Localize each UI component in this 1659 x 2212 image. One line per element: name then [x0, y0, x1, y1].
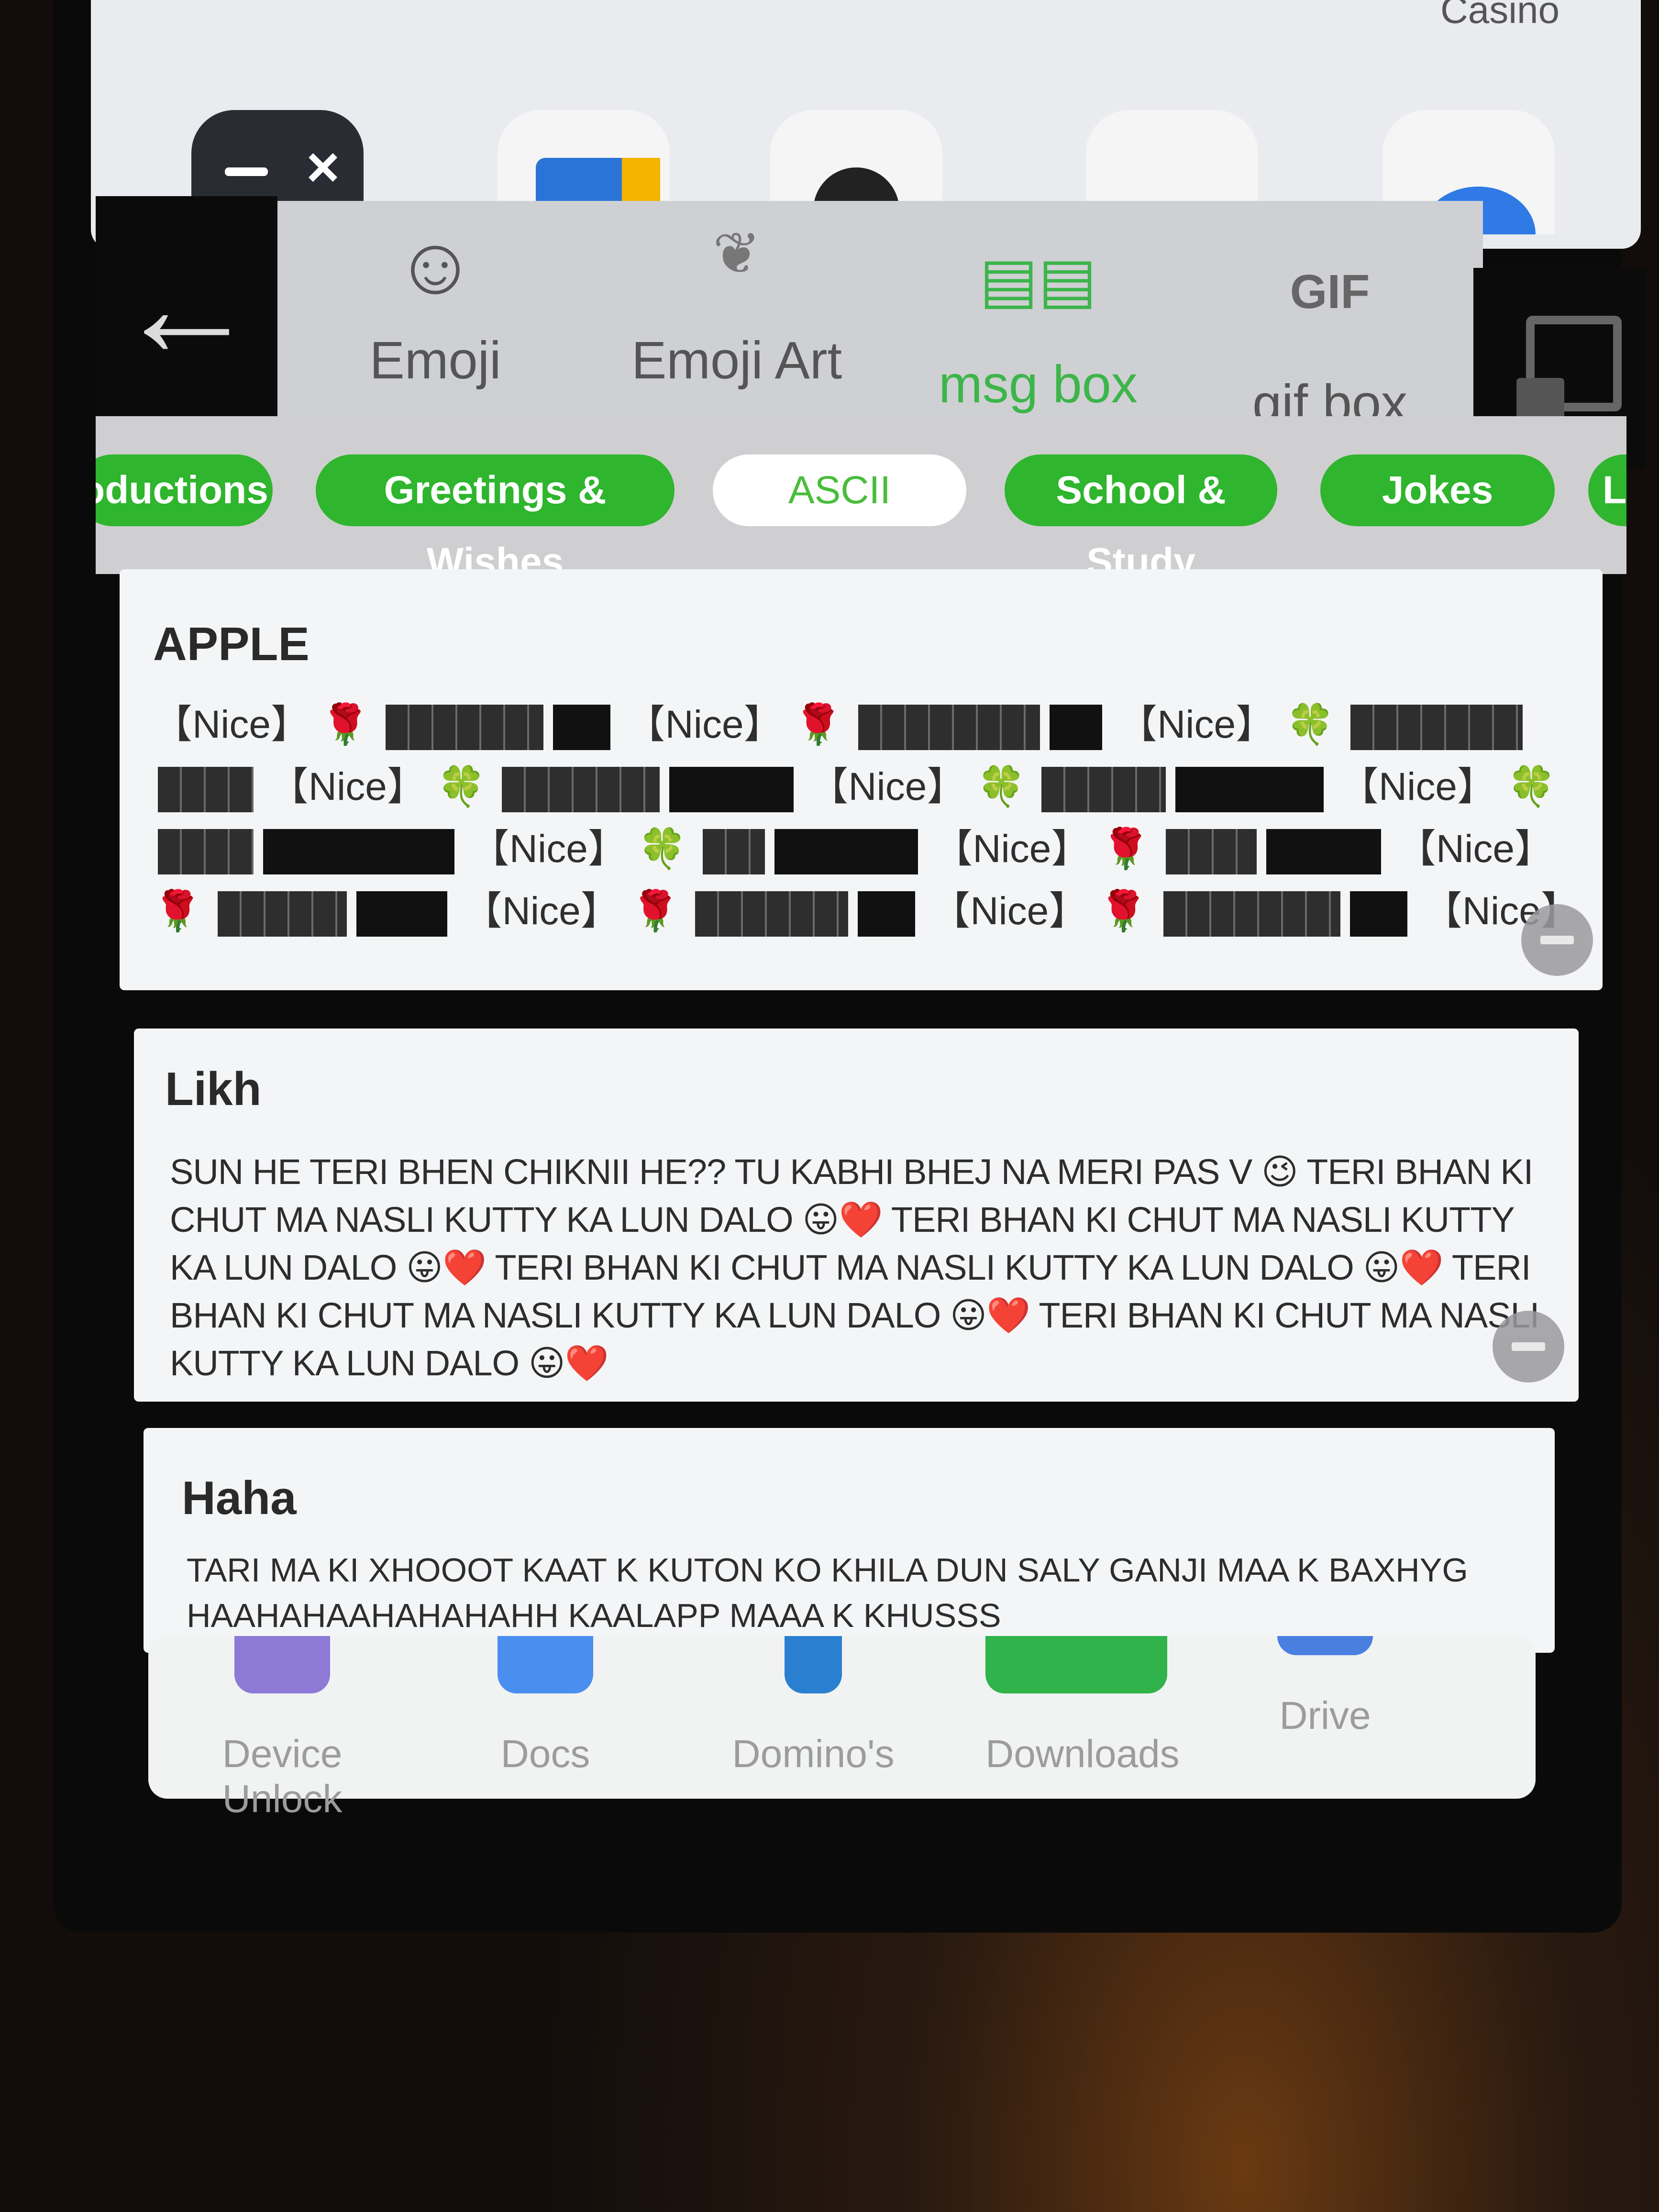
ascii-block — [858, 891, 916, 937]
ascii-line: 【Nice】 🍀 【Nice】 🌹 【Nice】 — [153, 818, 1554, 880]
ascii-block — [1175, 766, 1324, 812]
category-ascii[interactable]: ASCII — [713, 454, 966, 526]
message-card-apple[interactable]: APPLE 【Nice】 🌹 【Nice】 🌹 【Nice】 🍀 【Nice】 … — [120, 569, 1603, 990]
drive-icon — [1277, 1636, 1373, 1655]
ascii-block — [158, 829, 254, 874]
ascii-block — [1163, 891, 1340, 937]
nice-tag: 【Nice】 — [626, 703, 783, 746]
nice-tag: 【Nice】 — [931, 889, 1088, 933]
nice-tag: 【Nice】 — [809, 765, 966, 808]
tab-emoji-art[interactable]: ❦ Emoji Art — [622, 225, 852, 391]
ascii-block — [1041, 766, 1166, 812]
category-productions[interactable]: oductions — [96, 454, 273, 526]
message-card-likh[interactable]: Likh SUN HE TERI BHEN CHIKNII HE?? TU KA… — [134, 1029, 1579, 1402]
tab-gif-box[interactable]: GIF gif box — [1215, 268, 1445, 434]
back-arrow-icon: ← — [115, 226, 258, 387]
ascii-block — [858, 704, 1040, 750]
ascii-block — [1350, 704, 1523, 750]
dock-item-downloads[interactable]: Downloads — [985, 1636, 1180, 1777]
dock-label: Drive — [1279, 1694, 1371, 1737]
ascii-block — [263, 829, 454, 874]
close-icon: × — [306, 135, 340, 199]
card-title: APPLE — [153, 618, 310, 670]
message-card-haha[interactable]: Haha TARI MA KI XHOOOT KAAT K KUTON KO K… — [144, 1428, 1555, 1653]
clover-icon: 🍀 — [1507, 765, 1556, 808]
dock-label: Domino's — [732, 1732, 895, 1776]
dock-item-device-unlock[interactable]: Device Unlock — [191, 1636, 373, 1822]
photo-background: Casino × ← ☺ Emoji ❦ Emoji Art ▤▤ msg bo… — [0, 0, 1659, 2212]
nice-tag: 【Nice】 — [153, 703, 310, 746]
ascii-block — [1350, 891, 1407, 937]
ascii-block — [553, 704, 610, 750]
tab-msg-box[interactable]: ▤▤ msg box — [923, 249, 1153, 415]
nice-tag: 【Nice】 — [1118, 703, 1275, 746]
rose-icon: 🌹 — [1099, 889, 1148, 933]
ascii-block — [1266, 829, 1382, 874]
dock-item-docs[interactable]: Docs — [454, 1636, 636, 1777]
clover-icon: 🍀 — [977, 765, 1026, 808]
category-greetings-wishes[interactable]: Greetings & Wishes — [316, 454, 675, 574]
ascii-line: 【Nice】 🍀 【Nice】 🍀 【Nice】 🍀 — [153, 756, 1556, 818]
card-title: Likh — [165, 1062, 262, 1115]
smiley-face-icon: ☺ — [394, 220, 477, 311]
pin-icon[interactable] — [1521, 904, 1593, 976]
ascii-art-body: 【Nice】 🌹 【Nice】 🌹 【Nice】 🍀 【Nice】 🍀 【Nic… — [153, 694, 1580, 942]
rose-icon: 🌹 — [1101, 827, 1150, 871]
message-body: SUN HE TERI BHEN CHIKNII HE?? TU KABHI B… — [170, 1152, 1539, 1383]
tab-label: msg box — [939, 355, 1138, 414]
dock-label: Device Unlock — [222, 1732, 343, 1821]
category-partial[interactable]: L — [1588, 454, 1626, 526]
chat-bubbles-icon: ▤▤ — [979, 245, 1097, 315]
nice-tag: 【Nice】 — [1396, 827, 1554, 871]
message-body: TARI MA KI XHOOOT KAAT K KUTON KO KHILA … — [187, 1551, 1468, 1634]
rose-icon: 🌹 — [153, 889, 202, 933]
dock-label: Docs — [500, 1732, 590, 1776]
nice-tag: 【Nice】 — [470, 827, 627, 871]
nice-tag: 【Nice】 — [463, 889, 620, 933]
nice-tag: 【Nice】 — [933, 827, 1091, 871]
ascii-line: 🌹 【Nice】 🌹 【Nice】 🌹 【Nice】 — [153, 880, 1580, 942]
home-app-label: Casino — [1440, 0, 1559, 31]
clover-icon: 🍀 — [437, 765, 486, 808]
dock-item-dominos[interactable]: Domino's — [722, 1636, 904, 1777]
ascii-block — [702, 829, 765, 874]
device-unlock-icon — [234, 1636, 330, 1693]
clover-icon: 🍀 — [1285, 703, 1335, 746]
rose-icon: 🌹 — [794, 703, 843, 746]
ascii-line: 【Nice】 🌹 【Nice】 🌹 【Nice】 🍀 — [153, 694, 1545, 756]
tab-label: Emoji Art — [631, 331, 842, 390]
dock-label: Downloads — [985, 1732, 1180, 1776]
ascii-block — [158, 766, 254, 812]
nice-tag: 【Nice】 — [269, 765, 426, 808]
back-button[interactable]: ← — [96, 196, 277, 416]
minus-icon — [225, 167, 268, 176]
app-dock: Device Unlock Docs Domino's Downloads Dr… — [148, 1636, 1536, 1821]
rose-icon: 🌹 — [321, 703, 370, 746]
category-jokes[interactable]: Jokes — [1320, 454, 1555, 526]
ascii-block — [695, 891, 849, 937]
nice-tag: 【Nice】 — [1339, 765, 1496, 808]
ascii-block — [1166, 829, 1257, 874]
category-school-study[interactable]: School & Study — [1005, 454, 1277, 574]
ascii-block — [1050, 704, 1103, 750]
docs-icon — [498, 1636, 593, 1693]
ascii-block — [385, 704, 543, 750]
card-title: Haha — [182, 1471, 297, 1524]
rose-icon: 🌹 — [630, 889, 680, 933]
gif-icon: GIF — [1290, 265, 1370, 319]
category-bar: oductions Greetings & Wishes ASCII Schoo… — [96, 416, 1626, 574]
ascii-block — [669, 766, 794, 812]
dominos-icon — [785, 1636, 842, 1693]
tab-emoji[interactable]: ☺ Emoji — [321, 225, 550, 391]
dock-item-drive[interactable]: Drive — [1234, 1636, 1416, 1738]
clover-icon: 🍀 — [638, 827, 687, 871]
heart-art-icon: ❦ — [712, 221, 761, 286]
ascii-block — [774, 829, 918, 874]
tab-label: Emoji — [369, 331, 501, 390]
ascii-block — [217, 891, 347, 937]
ascii-block — [501, 766, 660, 812]
downloads-icon — [985, 1636, 1167, 1693]
pin-icon[interactable] — [1493, 1311, 1564, 1382]
ascii-block — [356, 891, 447, 937]
